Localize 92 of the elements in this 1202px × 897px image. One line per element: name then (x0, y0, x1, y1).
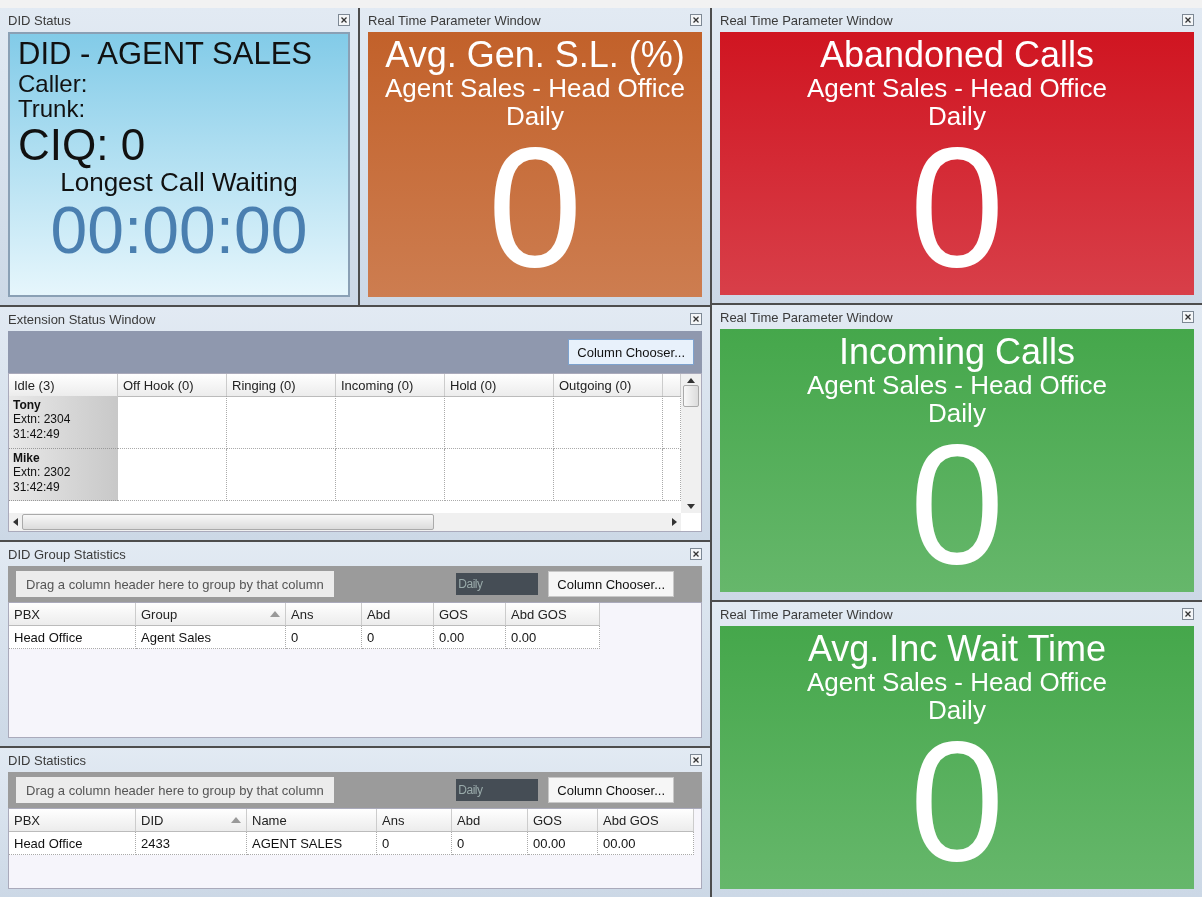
table-cell: 0 (452, 832, 528, 855)
scrollbar-thumb[interactable] (22, 514, 434, 530)
longest-wait-label: Longest Call Waiting (60, 169, 298, 197)
horizontal-scrollbar[interactable] (9, 513, 681, 531)
column-header[interactable]: Ans (377, 809, 452, 832)
metric-name: Incoming Calls (838, 333, 1076, 371)
close-icon[interactable] (690, 313, 702, 325)
close-icon[interactable] (690, 754, 702, 766)
panel-title: DID Status (8, 12, 71, 28)
column-chooser-button[interactable]: Column Chooser... (568, 339, 694, 365)
column-chooser-button[interactable]: Column Chooser... (548, 571, 674, 597)
panel-title: Real Time Parameter Window (720, 309, 893, 325)
column-header[interactable]: Abd (452, 809, 528, 832)
column-header[interactable]: Idle (3) (9, 374, 118, 397)
vertical-scrollbar[interactable] (681, 374, 701, 513)
table-cell: 2433 (136, 832, 247, 855)
column-header[interactable]: Incoming (0) (336, 374, 445, 397)
agent-name: Mike (13, 451, 41, 466)
table-cell: Head Office (9, 832, 136, 855)
longest-wait-time: 00:00:00 (50, 196, 308, 263)
table-cell: 00.00 (528, 832, 598, 855)
metric-value: 0 (909, 131, 1005, 284)
table-cell: 00.00 (598, 832, 694, 855)
column-header[interactable]: Off Hook (0) (118, 374, 227, 397)
column-header[interactable]: Abd GOS (598, 809, 694, 832)
column-header[interactable]: Abd (362, 603, 434, 626)
close-icon[interactable] (690, 548, 702, 560)
metric-name: Avg. Gen. S.L. (%) (385, 36, 685, 74)
metric-value: 0 (909, 725, 1005, 878)
agent-name: Tony (13, 398, 42, 413)
column-header[interactable]: Name (247, 809, 377, 832)
column-header[interactable]: Ans (286, 603, 362, 626)
sort-arrow-icon (231, 817, 241, 823)
extension-time: 31:42:49 (13, 479, 61, 495)
table-cell: 0 (286, 626, 362, 649)
panel-title: Extension Status Window (8, 311, 156, 327)
column-header[interactable]: Hold (0) (445, 374, 554, 397)
extension-number: Extn: 2302 (13, 465, 72, 480)
extension-time: 31:42:49 (13, 426, 61, 442)
table-cell: 0 (362, 626, 434, 649)
metric-scope: Agent Sales - Head Office (806, 73, 1108, 103)
metric-value: 0 (487, 131, 583, 284)
panel-title: DID Group Statistics (8, 546, 126, 562)
column-header[interactable]: Abd GOS (506, 603, 600, 626)
scroll-right-icon[interactable] (672, 518, 677, 526)
metric-name: Abandoned Calls (819, 36, 1095, 74)
column-header[interactable]: PBX (9, 603, 136, 626)
table-cell: Head Office (9, 626, 136, 649)
did-heading: DID - AGENT SALES (18, 38, 313, 71)
calls-in-queue: CIQ: 0 (18, 120, 147, 170)
metric-period: Daily (928, 102, 986, 131)
panel-title: Real Time Parameter Window (720, 12, 893, 28)
metric-value: 0 (909, 428, 1005, 581)
metric-period: Daily (506, 102, 564, 131)
table-cell: 0.00 (434, 626, 506, 649)
scroll-up-icon[interactable] (687, 378, 695, 383)
close-icon[interactable] (338, 14, 350, 26)
table-cell: Agent Sales (136, 626, 286, 649)
close-icon[interactable] (1182, 608, 1194, 620)
column-header[interactable]: Group (136, 603, 286, 626)
period-label: Daily (456, 573, 539, 595)
panel-title: Real Time Parameter Window (720, 606, 893, 622)
column-header[interactable]: DID (136, 809, 247, 832)
close-icon[interactable] (1182, 14, 1194, 26)
caller-label: Caller: (18, 70, 89, 96)
scroll-left-icon[interactable] (13, 518, 18, 526)
extension-card[interactable]: Mike Extn: 2302 31:42:49 (9, 449, 118, 501)
group-by-area[interactable]: Drag a column header here to group by that column (16, 777, 334, 803)
metric-period: Daily (928, 399, 986, 428)
column-header[interactable]: Ringing (0) (227, 374, 336, 397)
group-by-area[interactable]: Drag a column header here to group by that column (16, 571, 334, 597)
metric-period: Daily (928, 696, 986, 725)
panel-title: Real Time Parameter Window (368, 12, 541, 28)
close-icon[interactable] (690, 14, 702, 26)
extension-number: Extn: 2304 (13, 412, 72, 427)
trunk-label: Trunk: (18, 95, 87, 121)
metric-name: Avg. Inc Wait Time (807, 630, 1107, 668)
panel-title: DID Statistics (8, 752, 86, 768)
table-cell: 0.00 (506, 626, 600, 649)
column-header[interactable]: GOS (434, 603, 506, 626)
period-label: Daily (456, 779, 539, 801)
column-header[interactable]: PBX (9, 809, 136, 832)
extension-card[interactable]: Tony Extn: 2304 31:42:49 (9, 396, 118, 449)
scroll-down-icon[interactable] (687, 504, 695, 509)
table-cell: 0 (377, 832, 452, 855)
column-header[interactable]: GOS (528, 809, 598, 832)
column-header[interactable]: Outgoing (0) (554, 374, 663, 397)
column-chooser-button[interactable]: Column Chooser... (548, 777, 674, 803)
scrollbar-thumb[interactable] (683, 385, 699, 407)
close-icon[interactable] (1182, 311, 1194, 323)
table-cell: AGENT SALES (247, 832, 377, 855)
sort-arrow-icon (270, 611, 280, 617)
